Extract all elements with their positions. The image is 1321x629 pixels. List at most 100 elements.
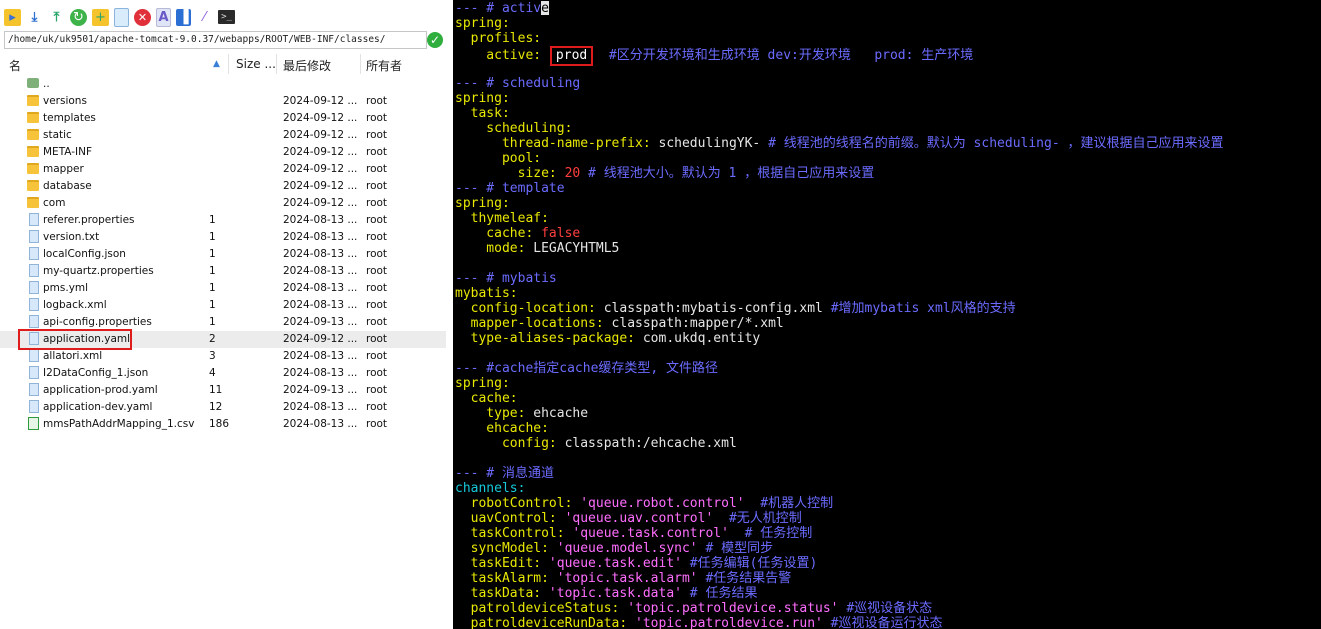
- code-token: thymeleaf:: [455, 211, 549, 226]
- terminal-line: config: classpath:/ehcache.xml: [455, 436, 737, 451]
- file-modified: 2024-09-12 ...: [283, 95, 358, 107]
- file-owner: root: [366, 146, 388, 158]
- go-check-icon[interactable]: ✓: [427, 32, 443, 48]
- file-row[interactable]: application-prod.yaml 11 2024-09-13 ... roo…: [0, 382, 446, 399]
- sort-ascending-icon[interactable]: ▲: [213, 59, 220, 69]
- file-row[interactable]: I2DataConfig_1.json 4 2024-08-13 ... root: [0, 365, 446, 382]
- file-row[interactable]: localConfig.json 1 2024-08-13 ... root: [0, 246, 446, 263]
- file-row[interactable]: version.txt 1 2024-08-13 ... root: [0, 229, 446, 246]
- file-modified: 2024-08-13 ...: [283, 350, 358, 362]
- terminal-line: --- #cache指定cache缓存类型, 文件路径: [455, 361, 718, 376]
- magic-wand-icon[interactable]: ⁄: [196, 9, 213, 26]
- code-token: classpath:mybatis-config.xml: [603, 301, 831, 316]
- terminal-line: mode: LEGACYHTML5: [455, 241, 619, 256]
- folder-row[interactable]: com 2024-09-12 ... root: [0, 195, 446, 212]
- column-divider[interactable]: [228, 54, 229, 74]
- column-divider[interactable]: [276, 54, 277, 74]
- terminal-line: --- # mybatis: [455, 271, 557, 286]
- file-name: templates: [43, 112, 96, 124]
- file-modified: 2024-09-12 ...: [283, 129, 358, 141]
- file-size: 4: [209, 367, 216, 379]
- terminal-line: spring:: [455, 196, 510, 211]
- terminal-line: type: ehcache: [455, 406, 588, 421]
- column-size[interactable]: Size ...: [236, 57, 276, 71]
- code-token: taskData:: [455, 586, 549, 601]
- folder-row[interactable]: database 2024-09-12 ... root: [0, 178, 446, 195]
- file-row[interactable]: application-dev.yaml 12 2024-08-13 ... root: [0, 399, 446, 416]
- file-name: application-prod.yaml: [43, 384, 158, 396]
- text-cursor: e: [541, 1, 550, 16]
- column-owner[interactable]: 所有者: [366, 57, 402, 74]
- code-token: #巡视设备运行状态: [822, 616, 943, 629]
- folder-row[interactable]: versions 2024-09-12 ... root: [0, 93, 446, 110]
- code-token: #任务结果告警: [697, 571, 792, 586]
- terminal-line: patroldeviceRunData: 'topic.patroldevice…: [455, 616, 943, 629]
- new-folder-icon[interactable]: +: [92, 8, 109, 26]
- download-icon[interactable]: ⤓: [26, 9, 43, 26]
- folder-open-icon[interactable]: ▸: [4, 8, 21, 26]
- file-modified: 2024-08-13 ...: [283, 282, 358, 294]
- code-token: #区分开发环境和生成环境 dev:开发环境 prod: 生产环境: [593, 48, 974, 63]
- code-token: 'topic.task.data': [548, 586, 682, 601]
- terminal-line: config-location: classpath:mybatis-confi…: [455, 301, 1016, 316]
- file-icon: [29, 383, 39, 396]
- code-token: task:: [455, 106, 510, 121]
- active-profile-value: prod: [549, 46, 594, 66]
- new-file-icon[interactable]: [114, 7, 129, 27]
- file-modified: 2024-09-13 ...: [283, 316, 358, 328]
- code-token: ehcache: [533, 406, 589, 421]
- code-token: 'queue.model.sync': [556, 541, 698, 556]
- file-owner: root: [366, 265, 388, 277]
- folder-row[interactable]: templates 2024-09-12 ... root: [0, 110, 446, 127]
- code-token: taskAlarm:: [455, 571, 557, 586]
- file-name: static: [43, 129, 72, 141]
- code-token: #任务编辑(任务设置): [681, 556, 818, 571]
- file-row[interactable]: mmsPathAddrMapping_1.csv 186 2024-08-13 ..…: [0, 416, 446, 433]
- column-name[interactable]: 名: [9, 57, 21, 74]
- code-token: 20: [564, 166, 581, 181]
- path-input[interactable]: /home/uk/uk9501/apache-tomcat-9.0.37/web…: [4, 31, 427, 49]
- file-name: allatori.xml: [43, 350, 103, 362]
- parent-dir-row[interactable]: ..: [0, 76, 446, 93]
- terminal-line: profiles:: [455, 31, 541, 46]
- code-token: # 任务控制: [728, 526, 813, 541]
- code-token: 'topic.task.alarm': [556, 571, 698, 586]
- terminal-line: spring:: [455, 376, 510, 391]
- code-token: classpath:/ehcache.xml: [564, 436, 737, 451]
- file-modified: 2024-09-12 ...: [283, 197, 358, 209]
- file-name: com: [43, 197, 66, 209]
- properties-icon[interactable]: ▐: [176, 8, 191, 26]
- file-modified: 2024-09-12 ...: [283, 112, 358, 124]
- terminal-line: --- # template: [455, 181, 565, 196]
- file-row[interactable]: allatori.xml 3 2024-08-13 ... root: [0, 348, 446, 365]
- file-row[interactable]: my-quartz.properties 1 2024-08-13 ... root: [0, 263, 446, 280]
- file-row[interactable]: pms.yml 1 2024-08-13 ... root: [0, 280, 446, 297]
- file-name: application-dev.yaml: [43, 401, 153, 413]
- file-row[interactable]: referer.properties 1 2024-08-13 ... root: [0, 212, 446, 229]
- terminal-icon[interactable]: >_: [218, 10, 235, 24]
- folder-row[interactable]: mapper 2024-09-12 ... root: [0, 161, 446, 178]
- folder-icon: [27, 146, 39, 157]
- folder-row[interactable]: static 2024-09-12 ... root: [0, 127, 446, 144]
- code-token: robotControl:: [455, 496, 581, 511]
- code-token: com.ukdq.entity: [642, 331, 761, 346]
- terminal-pane[interactable]: --- # active spring: profiles: active: pr…: [453, 0, 1321, 629]
- delete-icon[interactable]: ✕: [134, 8, 151, 26]
- upload-icon[interactable]: ⤒: [48, 9, 65, 26]
- column-modified[interactable]: 最后修改: [283, 57, 331, 74]
- code-token: LEGACYHTML5: [533, 241, 620, 256]
- file-modified: 2024-09-13 ...: [283, 384, 358, 396]
- folder-icon: [27, 180, 39, 191]
- terminal-line: taskEdit: 'queue.task.edit' #任务编辑(任务设置): [455, 556, 818, 571]
- terminal-line: cache: false: [455, 226, 580, 241]
- rename-icon[interactable]: A: [156, 7, 171, 27]
- refresh-icon[interactable]: ↻: [70, 8, 87, 26]
- file-owner: root: [366, 316, 388, 328]
- file-owner: root: [366, 418, 388, 430]
- file-owner: root: [366, 214, 388, 226]
- file-browser-pane: ▸ ⤓ ⤒ ↻ + ✕ A ▐ ⁄ >_ /home/uk/uk9501/apa…: [0, 0, 453, 629]
- file-row[interactable]: logback.xml 1 2024-08-13 ... root: [0, 297, 446, 314]
- folder-row[interactable]: META-INF 2024-09-12 ... root: [0, 144, 446, 161]
- column-divider[interactable]: [360, 54, 361, 74]
- terminal-line: patroldeviceStatus: 'topic.patroldevice.…: [455, 601, 933, 616]
